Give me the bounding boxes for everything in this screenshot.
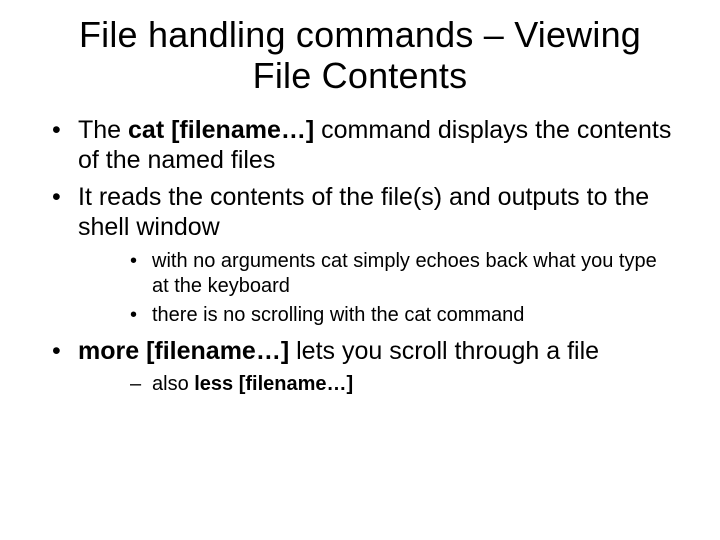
slide: File handling commands – Viewing File Co… (0, 0, 720, 397)
sub-list: with no arguments cat simply echoes back… (130, 249, 672, 328)
bold-text: less [filename…] (194, 373, 353, 395)
sub-list-item: there is no scrolling with the cat comma… (130, 303, 672, 328)
bullet-list: The cat [filename…] command displays the… (48, 115, 672, 398)
bold-text: cat [filename…] (128, 116, 314, 144)
list-item: It reads the contents of the file(s) and… (48, 182, 672, 328)
sub-list: also less [filename…] (130, 372, 672, 397)
list-item: more [filename…] lets you scroll through… (48, 336, 672, 398)
list-item: The cat [filename…] command displays the… (48, 115, 672, 176)
sub-list-item: with no arguments cat simply echoes back… (130, 249, 672, 299)
slide-title: File handling commands – Viewing File Co… (48, 14, 672, 97)
sub-list-item: also less [filename…] (130, 372, 672, 397)
bold-text: more [filename…] (78, 337, 289, 365)
